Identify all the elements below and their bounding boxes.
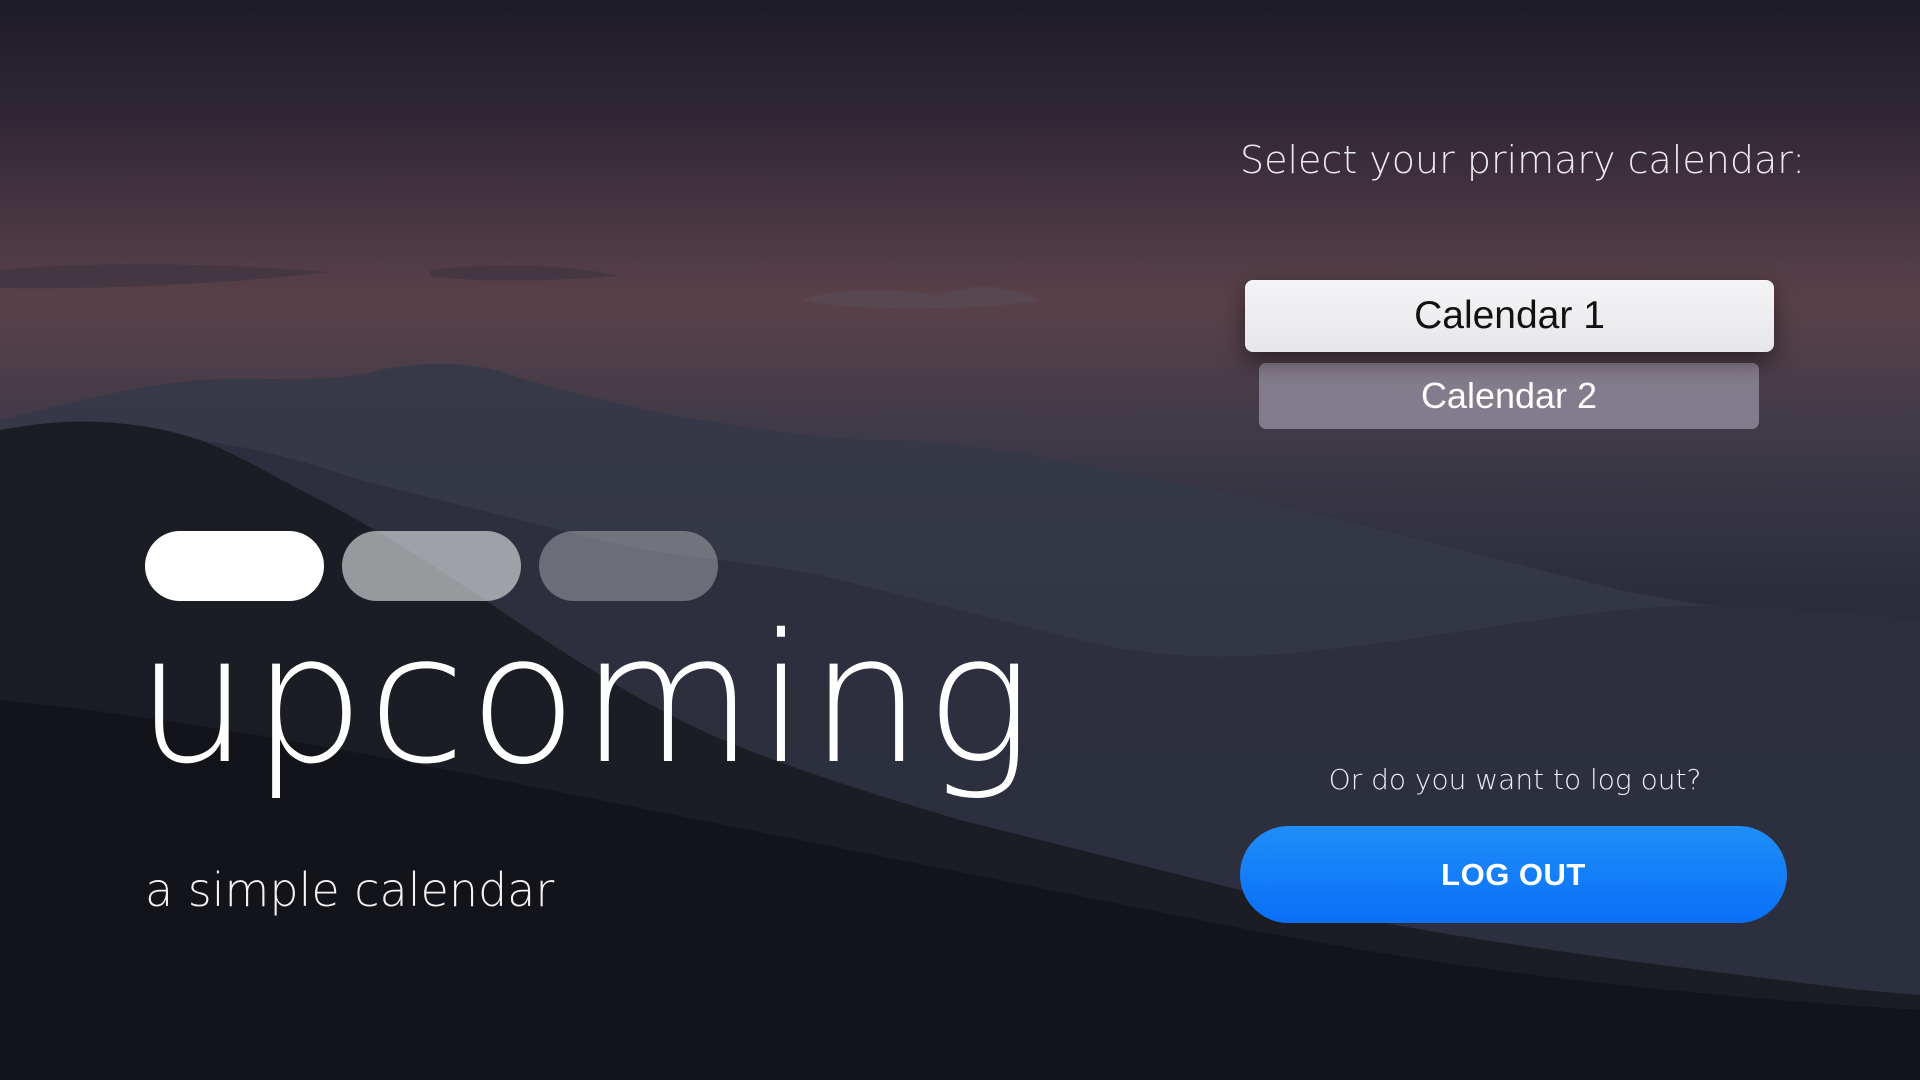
app-subtitle: a simple calendar [145, 863, 555, 917]
logout-button[interactable]: LOG OUT [1240, 826, 1787, 923]
calendar-select-prompt: Select your primary calendar: [1240, 138, 1805, 182]
logout-button-label: LOG OUT [1441, 856, 1586, 892]
calendar-option-label: Calendar 1 [1414, 294, 1605, 337]
logout-prompt: Or do you want to log out? [1328, 763, 1702, 796]
calendar-option-1[interactable]: Calendar 1 [1245, 280, 1774, 352]
brand-logo [145, 531, 719, 601]
app-title: upcoming [136, 596, 1036, 803]
brand-pill-2 [342, 531, 521, 601]
brand-pill-1 [145, 531, 324, 601]
calendar-option-2[interactable]: Calendar 2 [1259, 363, 1759, 429]
brand-pill-3 [539, 531, 718, 601]
calendar-option-label: Calendar 2 [1420, 375, 1598, 416]
